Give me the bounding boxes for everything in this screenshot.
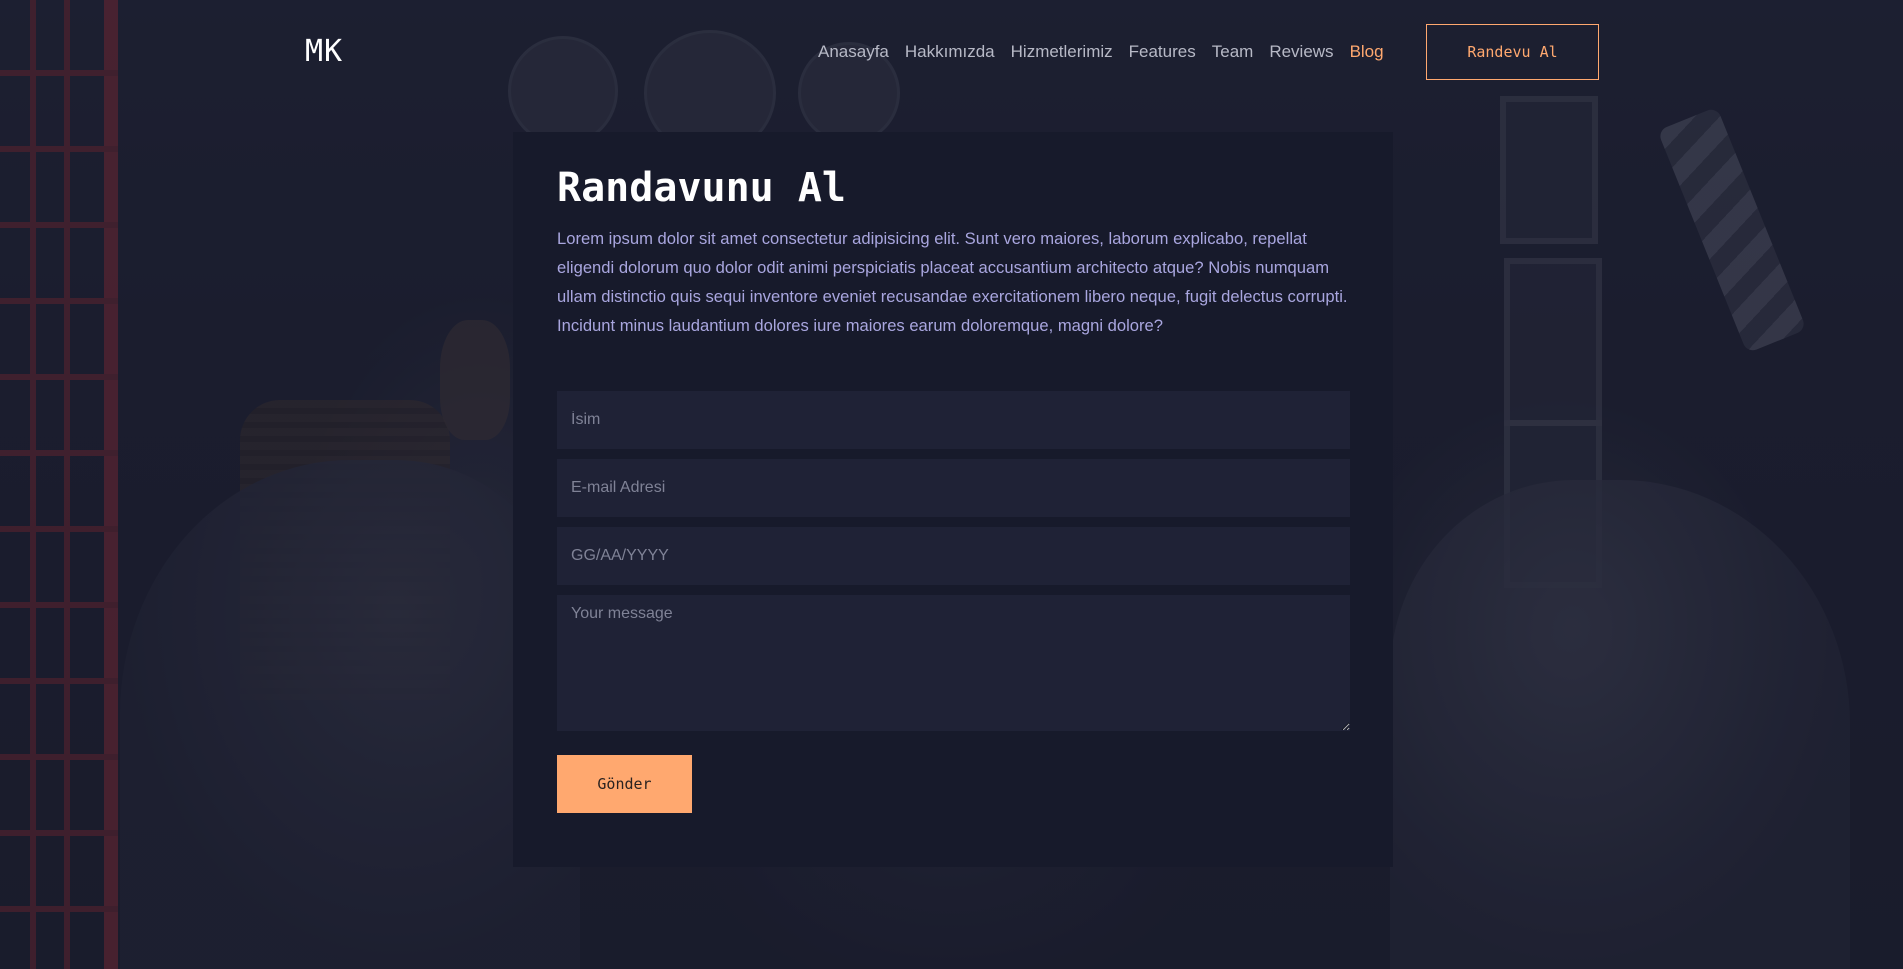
form-description: Lorem ipsum dolor sit amet consectetur a…: [557, 229, 1348, 335]
nav-link-features[interactable]: Features: [1129, 42, 1196, 62]
date-input[interactable]: [557, 527, 1350, 585]
nav-link-team[interactable]: Team: [1212, 42, 1254, 62]
nav-link-hizmetlerimiz[interactable]: Hizmetlerimiz: [1011, 42, 1113, 62]
submit-button[interactable]: Gönder: [557, 755, 692, 813]
main-nav: Anasayfa Hakkımızda Hizmetlerimiz Featur…: [818, 42, 1384, 62]
site-logo[interactable]: MK: [305, 34, 343, 69]
nav-link-anasayfa[interactable]: Anasayfa: [818, 42, 889, 62]
appointment-button[interactable]: Randevu Al: [1426, 24, 1599, 80]
message-textarea[interactable]: [557, 595, 1350, 731]
nav-link-hakkimizda[interactable]: Hakkımızda: [905, 42, 995, 62]
nav-link-blog[interactable]: Blog: [1350, 42, 1384, 62]
form-fields: [557, 391, 1350, 731]
form-title: Randavunu Al: [557, 165, 846, 211]
name-input[interactable]: [557, 391, 1350, 449]
email-input[interactable]: [557, 459, 1350, 517]
appointment-form-card: Randavunu Al Lorem ipsum dolor sit amet …: [513, 132, 1393, 867]
nav-link-reviews[interactable]: Reviews: [1269, 42, 1333, 62]
